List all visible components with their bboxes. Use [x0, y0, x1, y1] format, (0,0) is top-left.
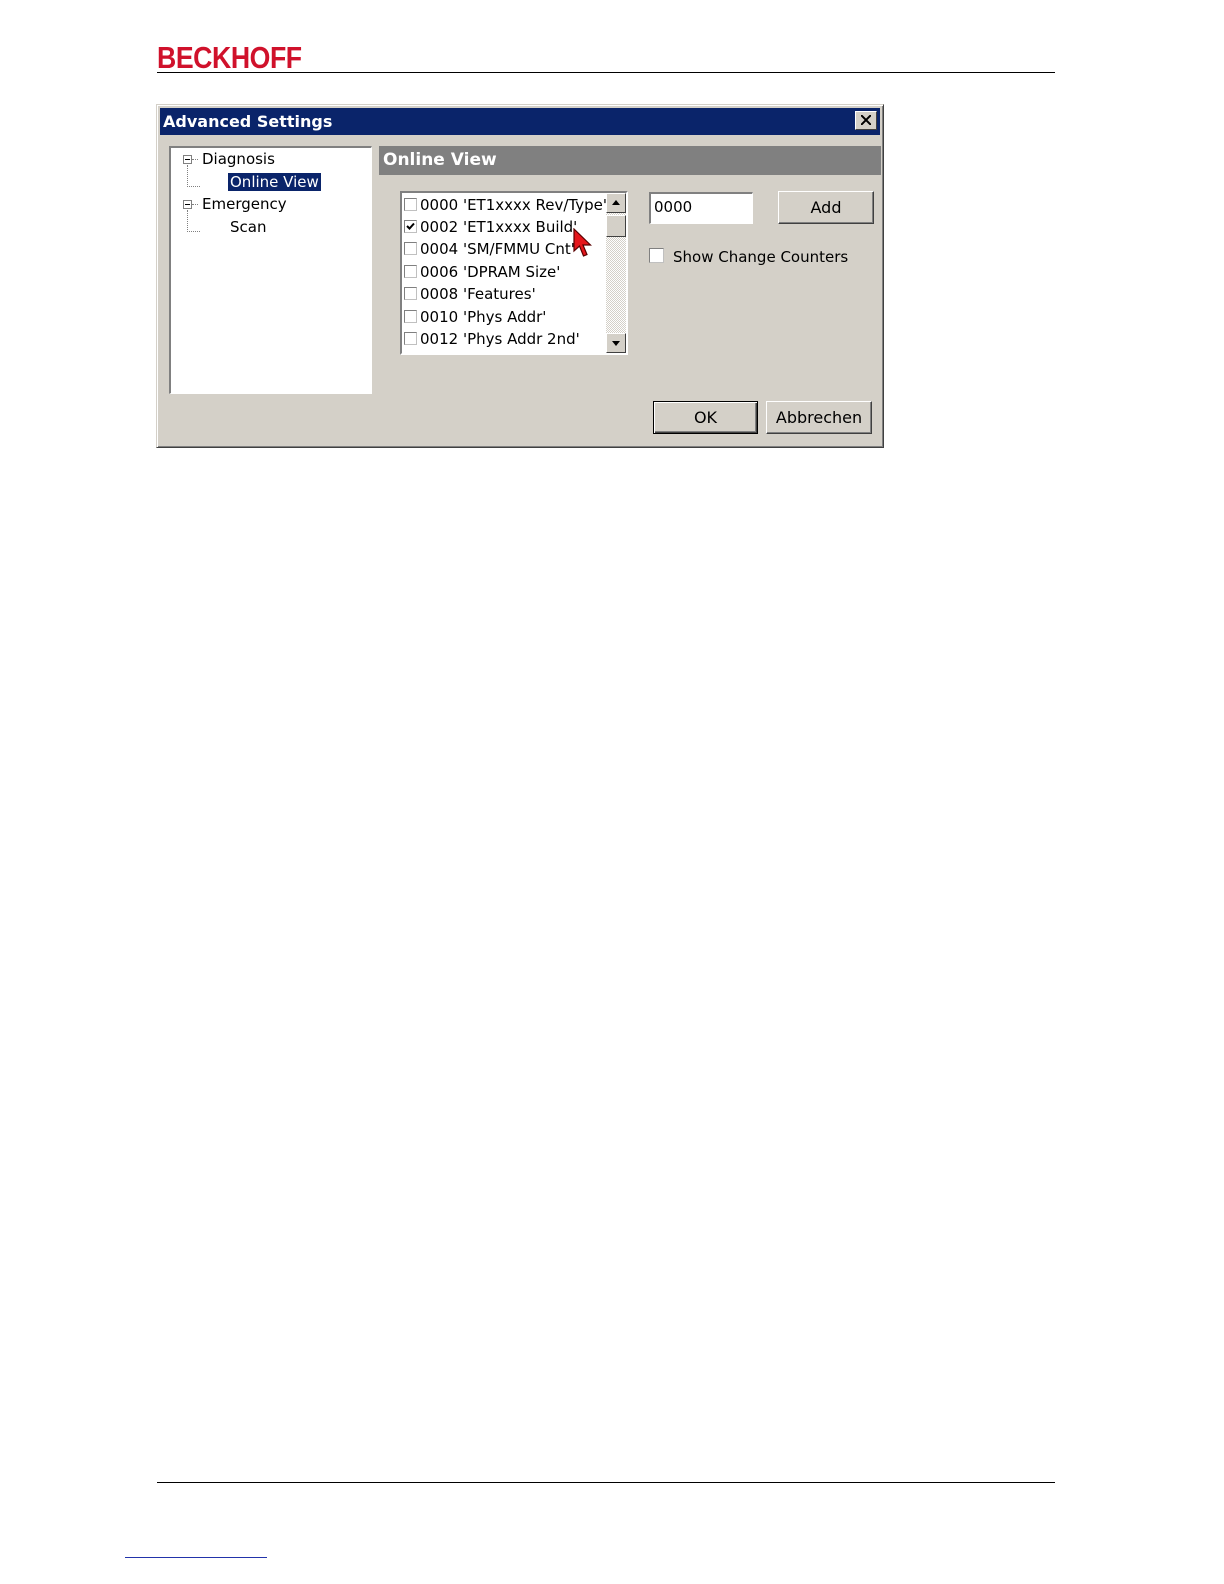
list-item[interactable]: 0010 'Phys Addr': [404, 306, 546, 328]
checkbox[interactable]: [404, 265, 417, 278]
header-rule: [157, 72, 1055, 73]
tree-item-scan[interactable]: Scan: [230, 217, 266, 237]
checkbox[interactable]: [404, 310, 417, 323]
address-input[interactable]: 0000: [649, 192, 753, 224]
mouse-cursor-icon: [573, 228, 592, 257]
checkbox[interactable]: [404, 198, 417, 211]
dialog-titlebar[interactable]: Advanced Settings: [160, 108, 880, 135]
checkbox[interactable]: [404, 220, 417, 233]
collapse-icon[interactable]: [183, 200, 192, 209]
tree-item-diagnosis[interactable]: Diagnosis: [202, 149, 275, 169]
list-item[interactable]: 0000 'ET1xxxx Rev/Type': [404, 194, 607, 216]
list-scrollbar[interactable]: [606, 193, 626, 353]
checkbox[interactable]: [404, 332, 417, 345]
collapse-icon[interactable]: [183, 155, 192, 164]
close-icon: [861, 115, 871, 125]
show-change-counters-checkbox[interactable]: Show Change Counters: [649, 248, 848, 266]
list-item[interactable]: 0008 'Features': [404, 283, 536, 305]
tree-item-online-view[interactable]: Online View: [227, 172, 322, 192]
scroll-thumb[interactable]: [606, 215, 626, 237]
settings-tree[interactable]: Diagnosis Online View Emergency Scan: [169, 146, 372, 394]
list-item[interactable]: 0002 'ET1xxxx Build': [404, 216, 577, 238]
ok-button[interactable]: OK: [653, 401, 758, 434]
tree-item-emergency[interactable]: Emergency: [202, 194, 287, 214]
arrow-down-icon: [612, 341, 620, 346]
advanced-settings-dialog: Advanced Settings Diagnosis Online View …: [156, 104, 884, 448]
list-item[interactable]: 0006 'DPRAM Size': [404, 261, 560, 283]
footer-link-underline[interactable]: [125, 1557, 267, 1558]
scroll-up-button[interactable]: [606, 193, 626, 213]
list-item[interactable]: 0004 'SM/FMMU Cnt': [404, 238, 575, 260]
checkbox[interactable]: [404, 287, 417, 300]
add-button[interactable]: Add: [778, 191, 874, 224]
checkbox[interactable]: [404, 242, 417, 255]
list-item[interactable]: 0012 'Phys Addr 2nd': [404, 328, 580, 350]
checkmark-icon: [406, 222, 415, 230]
dialog-title: Advanced Settings: [163, 112, 333, 131]
close-button[interactable]: [855, 111, 877, 130]
section-header: Online View: [379, 146, 881, 175]
beckhoff-logo: BECKHOFF: [157, 40, 302, 75]
scroll-down-button[interactable]: [606, 333, 626, 353]
checkbox[interactable]: [649, 248, 664, 263]
footer-rule: [157, 1482, 1055, 1483]
arrow-up-icon: [612, 200, 620, 205]
register-list[interactable]: 0000 'ET1xxxx Rev/Type' 0002 'ET1xxxx Bu…: [400, 191, 628, 355]
cancel-button[interactable]: Abbrechen: [766, 401, 872, 434]
